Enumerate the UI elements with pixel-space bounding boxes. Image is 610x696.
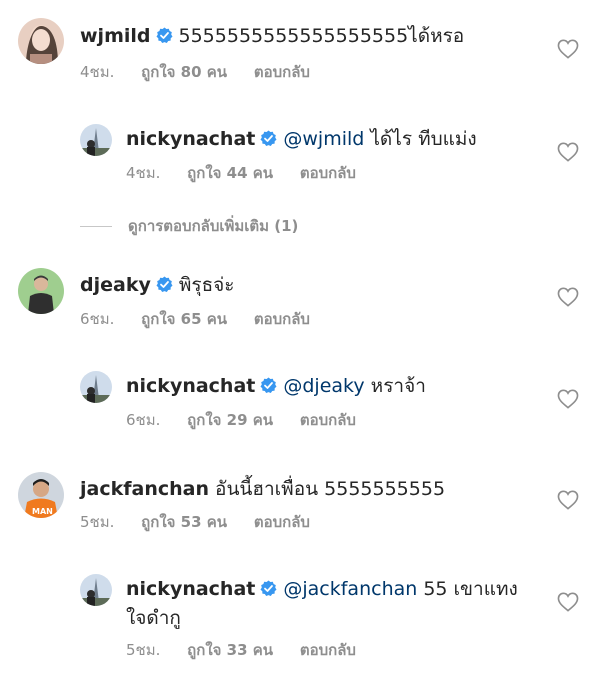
comment-time: 6ชม. <box>80 310 115 328</box>
verified-badge-icon <box>260 579 277 596</box>
verified-badge-icon <box>156 26 173 43</box>
comment-text-line2: ใจดำกู <box>126 607 181 629</box>
reply-button[interactable]: ตอบกลับ <box>254 63 310 81</box>
comment-time: 4ชม. <box>126 164 161 182</box>
username[interactable]: nickynachat <box>126 578 255 600</box>
comment-text: 5555555555555555555ได้หรอ <box>178 25 465 47</box>
verified-badge-icon <box>156 275 173 292</box>
avatar[interactable] <box>80 124 112 156</box>
avatar[interactable] <box>80 574 112 606</box>
reply-button[interactable]: ตอบกลับ <box>300 641 356 659</box>
likes-count[interactable]: ถูกใจ 80 คน <box>141 63 227 81</box>
comment-time: 6ชม. <box>126 411 161 429</box>
reply-button[interactable]: ตอบกลับ <box>300 164 356 182</box>
username[interactable]: nickynachat <box>126 375 255 397</box>
reply-button[interactable]: ตอบกลับ <box>300 411 356 429</box>
heart-outline-icon[interactable] <box>557 490 579 510</box>
heart-outline-icon[interactable] <box>557 287 579 307</box>
comment-text: พิรุธจ่ะ <box>178 274 235 296</box>
likes-count[interactable]: ถูกใจ 44 คน <box>187 164 273 182</box>
comment-time: 5ชม. <box>80 513 115 531</box>
mention-link[interactable]: @wjmild <box>283 128 364 150</box>
view-more-replies-button[interactable]: ดูการตอบกลับเพิ่มเติม (1) <box>80 214 298 238</box>
comment-time: 4ชม. <box>80 63 115 81</box>
username[interactable]: nickynachat <box>126 128 255 150</box>
reply-button[interactable]: ตอบกลับ <box>254 310 310 328</box>
heart-outline-icon[interactable] <box>557 142 579 162</box>
view-more-replies-label[interactable]: ดูการตอบกลับเพิ่มเติม (1) <box>128 214 298 238</box>
comment-text: ได้ไร ทีบแม่ง <box>364 128 477 150</box>
avatar[interactable]: MAN <box>18 472 64 518</box>
username[interactable]: jackfanchan <box>80 478 209 500</box>
username[interactable]: wjmild <box>80 25 151 47</box>
avatar[interactable] <box>80 371 112 403</box>
mention-link[interactable]: @djeaky <box>283 375 364 397</box>
comment-text: อันนี้ฮาเพื่อน 5555555555 <box>215 478 446 500</box>
likes-count[interactable]: ถูกใจ 65 คน <box>141 310 227 328</box>
heart-outline-icon[interactable] <box>557 389 579 409</box>
verified-badge-icon <box>260 129 277 146</box>
reply-button[interactable]: ตอบกลับ <box>254 513 310 531</box>
avatar[interactable] <box>18 18 64 64</box>
comment-text: 55 เขาแทง <box>417 578 518 600</box>
likes-count[interactable]: ถูกใจ 29 คน <box>187 411 273 429</box>
username[interactable]: djeaky <box>80 274 151 296</box>
mention-link[interactable]: @jackfanchan <box>283 578 417 600</box>
avatar[interactable] <box>18 268 64 314</box>
heart-outline-icon[interactable] <box>557 39 579 59</box>
comment-time: 5ชม. <box>126 641 161 659</box>
heart-outline-icon[interactable] <box>557 592 579 612</box>
likes-count[interactable]: ถูกใจ 33 คน <box>187 641 273 659</box>
likes-count[interactable]: ถูกใจ 53 คน <box>141 513 227 531</box>
verified-badge-icon <box>260 376 277 393</box>
svg-text:MAN: MAN <box>32 507 53 516</box>
comment-text: หราจ้า <box>364 375 426 397</box>
divider <box>80 225 112 227</box>
